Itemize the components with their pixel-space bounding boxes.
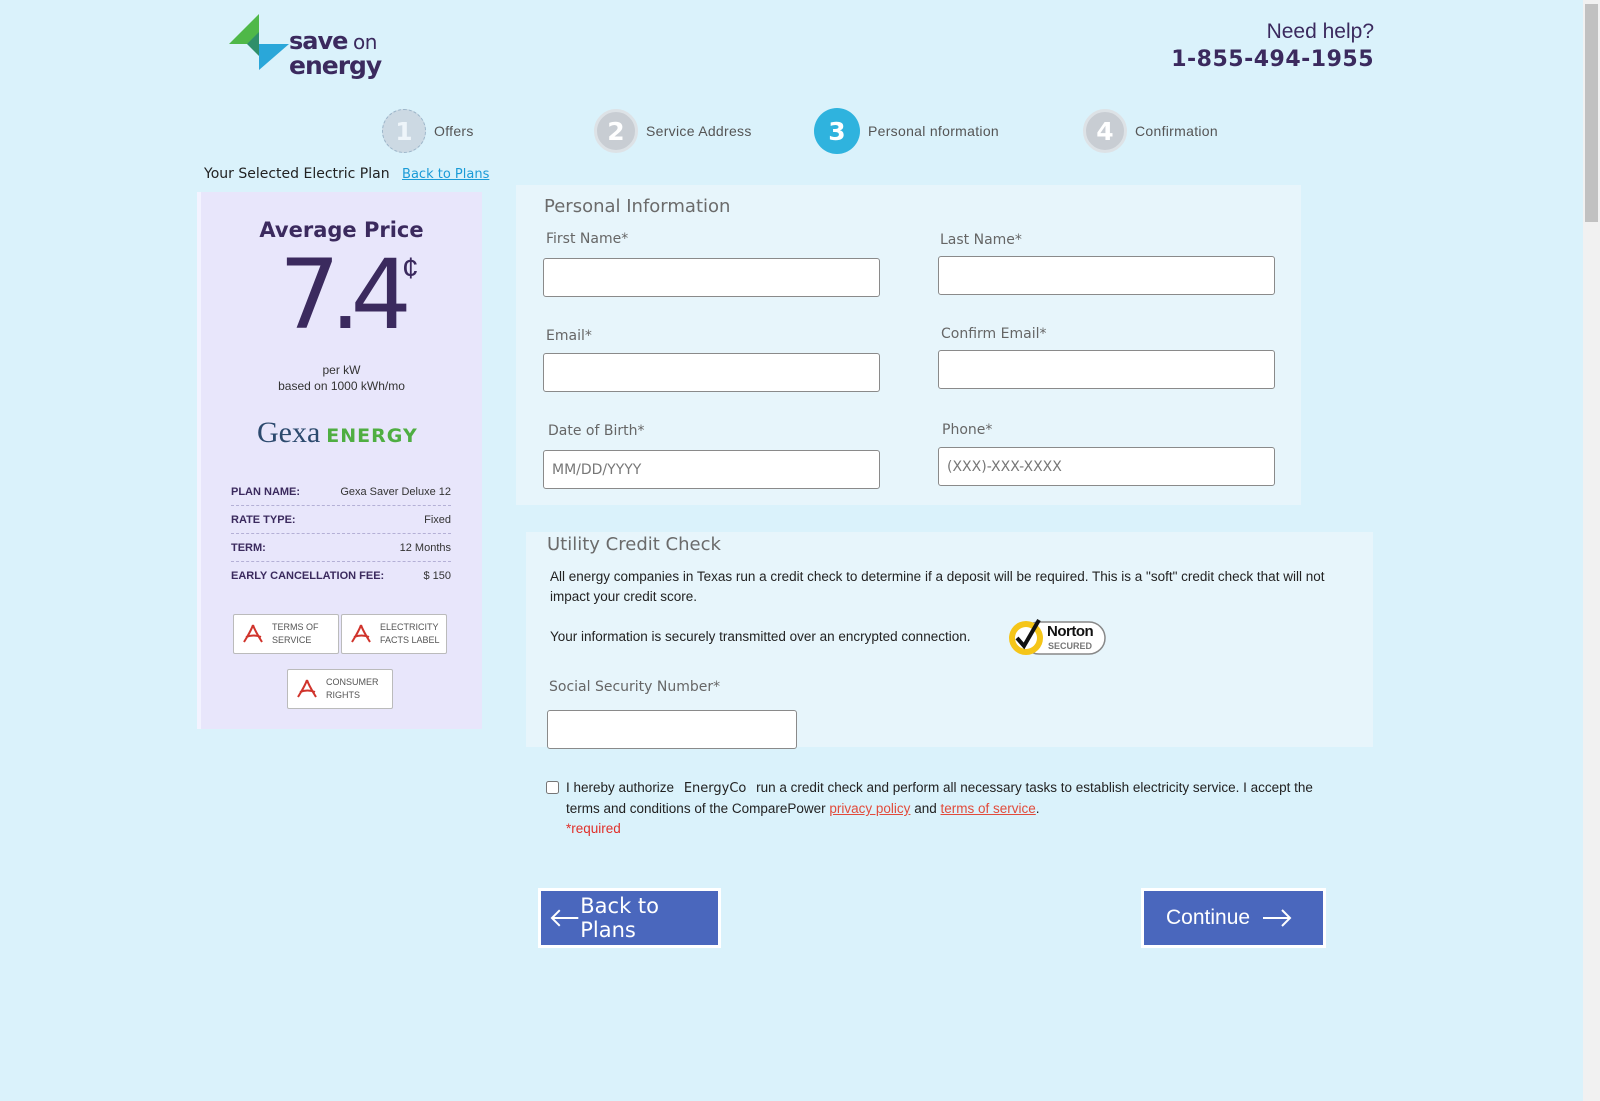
phone-input[interactable] [938, 447, 1275, 486]
price-unit: per kW based on 1000 kWh/mo [201, 362, 482, 394]
dob-input[interactable] [543, 450, 880, 489]
price-value: 7.4 [279, 239, 412, 351]
price-cent-symbol: ¢ [402, 252, 419, 285]
selected-plan-title: Your Selected Electric Plan [204, 166, 390, 182]
usage-basis: based on 1000 kWh/mo [278, 379, 405, 393]
gexa-energy-logo: Gexa ENERGY [257, 416, 418, 450]
arrow-left-icon [550, 909, 579, 927]
step-label: Personal nformation [868, 123, 999, 139]
step-number: 3 [814, 108, 860, 154]
step-label: Offers [434, 123, 474, 139]
help-title: Need help? [1266, 20, 1374, 43]
required-note: *required [566, 821, 621, 836]
plan-row-value: 12 Months [399, 541, 451, 554]
scrollbar-thumb[interactable] [1585, 4, 1598, 222]
plan-row-key: RATE TYPE: [231, 513, 296, 526]
credit-check-description: All energy companies in Texas run a cred… [550, 569, 1325, 604]
plan-details: PLAN NAME: Gexa Saver Deluxe 12 RATE TYPE… [231, 478, 451, 589]
arrow-right-icon [1263, 909, 1292, 927]
plan-row: PLAN NAME: Gexa Saver Deluxe 12 [231, 478, 451, 506]
last-name-label: Last Name* [940, 232, 1022, 248]
plan-row: TERM: 12 Months [231, 534, 451, 562]
per-unit: per kW [322, 363, 361, 377]
step-service-address: 2 Service Address [594, 108, 752, 154]
confirm-email-label: Confirm Email* [941, 326, 1047, 342]
terms-of-service-button[interactable]: TERMS OF SERVICE [233, 614, 339, 654]
step-label: Service Address [646, 123, 752, 139]
authorization-text: I hereby authorize EnergyCo run a credit… [566, 778, 1336, 819]
continue-button-label: Continue [1166, 906, 1251, 929]
secure-connection-text: Your information is securely transmitted… [550, 629, 971, 644]
plan-row: RATE TYPE: Fixed [231, 506, 451, 534]
confirm-email-input[interactable] [938, 350, 1275, 389]
logo-mark-icon [229, 14, 289, 70]
doc-button-label: TERMS OF SERVICE [272, 622, 319, 645]
step-offers: 1 Offers [382, 108, 474, 154]
plan-row-value: $ 150 [423, 569, 451, 582]
step-personal-information: 3 Personal nformation [814, 108, 999, 154]
pdf-icon [243, 624, 263, 643]
gexa-wordmark: Gexa [257, 416, 321, 449]
continue-button[interactable]: Continue [1141, 888, 1326, 948]
plan-row: EARLY CANCELLATION FEE: $ 150 [231, 562, 451, 589]
consumer-rights-button[interactable]: CONSUMER RIGHTS [287, 669, 393, 709]
auth-middle: run a credit check and perform all neces… [566, 780, 1313, 816]
ssn-label: Social Security Number* [549, 679, 721, 695]
norton-subtitle: SECURED [1048, 641, 1093, 651]
doc-button-label: CONSUMER RIGHTS [326, 677, 379, 700]
step-confirmation: 4 Confirmation [1083, 108, 1218, 154]
norton-title: Norton [1047, 623, 1094, 640]
plan-row-value: Gexa Saver Deluxe 12 [340, 485, 451, 498]
pdf-icon [297, 679, 317, 698]
help-phone[interactable]: 1-855-494-1955 [1171, 47, 1374, 72]
ssn-input[interactable] [547, 710, 797, 749]
help-block: Need help? 1-855-494-1955 [1171, 20, 1374, 72]
back-to-plans-link[interactable]: Back to Plans [402, 167, 489, 182]
authorization-checkbox[interactable] [546, 781, 559, 794]
step-number: 1 [382, 109, 426, 153]
plan-row-key: TERM: [231, 541, 266, 554]
phone-label: Phone* [942, 422, 993, 438]
electricity-facts-label-button[interactable]: ELECTRICITY FACTS LABEL [341, 614, 447, 654]
dob-label: Date of Birth* [548, 423, 645, 439]
step-number: 2 [594, 109, 638, 153]
auth-end: . [1035, 801, 1040, 816]
terms-of-service-link[interactable]: terms of service [941, 801, 1036, 816]
email-input[interactable] [543, 353, 880, 392]
step-number: 4 [1083, 109, 1127, 153]
plan-row-key: EARLY CANCELLATION FEE: [231, 569, 385, 582]
email-label: Email* [546, 328, 592, 344]
first-name-label: First Name* [546, 231, 629, 247]
logo-wordmark: save on energy [289, 29, 382, 80]
logo-energy: energy [289, 51, 382, 80]
auth-prefix: I hereby authorize [566, 780, 675, 795]
selected-plan-header: Your Selected Electric Plan Back to Plan… [204, 166, 489, 182]
plan-card: Average Price 7.4 ¢ per kW based on 1000… [197, 192, 482, 729]
step-label: Confirmation [1135, 123, 1218, 139]
auth-and: and [914, 801, 937, 816]
plan-row-value: Fixed [424, 513, 451, 526]
pdf-icon [351, 624, 371, 643]
privacy-policy-link[interactable]: privacy policy [829, 801, 910, 816]
back-button-label: Back to Plans [580, 894, 659, 942]
credit-authorization: I hereby authorize EnergyCo run a credit… [546, 778, 1336, 839]
doc-button-label: ELECTRICITY FACTS LABEL [380, 622, 440, 645]
first-name-input[interactable] [543, 258, 880, 297]
energy-wordmark: ENERGY [326, 425, 418, 447]
norton-secured-badge: Norton SECURED [1007, 616, 1107, 658]
back-to-plans-button[interactable]: Back to Plans [538, 888, 721, 948]
plan-row-key: PLAN NAME: [231, 485, 301, 498]
last-name-input[interactable] [938, 256, 1275, 295]
personal-info-title: Personal Information [544, 196, 731, 217]
credit-check-title: Utility Credit Check [547, 534, 721, 555]
auth-company: EnergyCo [683, 781, 747, 796]
